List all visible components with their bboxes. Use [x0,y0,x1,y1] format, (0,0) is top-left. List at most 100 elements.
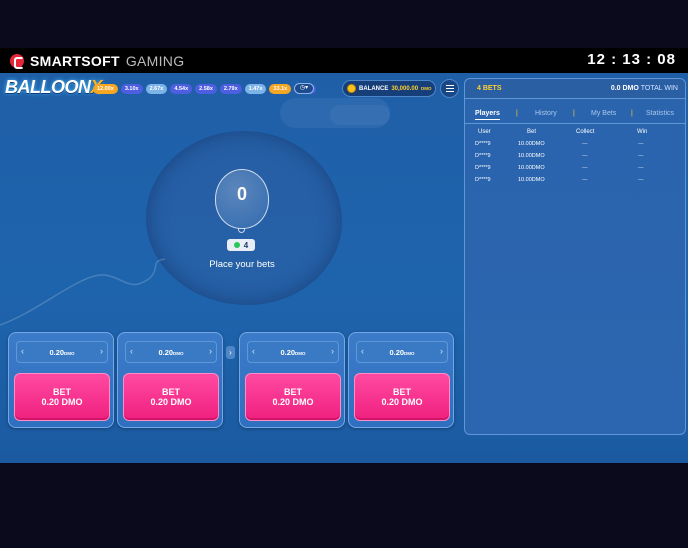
balance-currency: DMO [421,86,432,91]
cell-user: D****9 [475,141,491,147]
tab-my-bets[interactable]: My Bets [591,110,616,117]
column-collect: Collect [576,129,595,135]
multiplier-history: 12.00x 3.10x 2.67x 4.54x 2.58x 2.79x 1.47x 33.1… [93,84,316,94]
total-win-label: TOTAL WIN [640,85,678,92]
tab-separator: | [573,110,575,117]
bet-button[interactable]: BET 0.20 DMO [354,373,450,421]
current-multiplier: 0 [236,184,247,204]
hamburger-icon [446,85,454,86]
balance-label: BALANCE [359,85,389,92]
table-row: D****9 10.00DMO --- --- [465,153,685,165]
tab-players[interactable]: Players [475,110,500,120]
bet-amount-stepper[interactable]: ‹ 0.20DMO › [247,341,339,363]
hamburger-icon-line [446,88,454,89]
cell-bet: 10.00DMO [518,141,545,147]
bet-amount-value: 0.20 [158,348,174,357]
multiplier-chip: 3.10x [120,84,143,94]
hamburger-icon-line [446,91,454,92]
cell-user: D****9 [475,177,491,183]
bet-panel: ‹ 0.20DMO › BET 0.20 DMO [8,332,114,428]
bet-amount-currency: DMO [404,351,415,356]
balance-display: BALANCE 30,000.00 DMO [342,80,436,97]
bet-button-amount: 0.20 DMO [41,397,83,407]
bet-amount-currency: DMO [64,351,75,356]
round-status-text: Place your bets [209,259,275,270]
multiplier-chip: 1.47x [244,84,267,94]
total-win-value: 0.0 DMO [610,85,639,92]
chevron-right-icon[interactable]: › [100,346,103,356]
tab-statistics[interactable]: Statistics [646,110,674,117]
multiplier-chip: 2.67x [145,84,168,94]
cell-win: --- [638,153,644,159]
bet-amount-currency: DMO [173,351,184,356]
multiplier-chip: 12.00x [93,84,118,94]
online-dot-icon [233,242,240,248]
table-row: D****9 10.00DMO --- --- [465,141,685,153]
bet-button-label: BET [284,387,302,397]
table-row: D****9 10.00DMO --- --- [465,177,685,189]
bet-panel: ‹ 0.20DMO › BET 0.20 DMO [117,332,223,428]
bet-button-label: BET [393,387,411,397]
chevron-right-icon[interactable]: › [226,346,235,359]
cell-collect: --- [582,165,588,171]
multiplier-chip: 2.79x [219,84,242,94]
bets-count: 4 BETS [477,85,502,92]
tabs-divider [465,123,685,124]
multiplier-chip: 2.58x [195,84,217,94]
chevron-right-icon[interactable]: › [440,346,443,356]
bet-panel: ‹ 0.20DMO › BET 0.20 DMO [348,332,454,428]
cell-user: D****9 [475,165,491,171]
table-row: D****9 10.00DMO --- --- [465,165,685,177]
cell-win: --- [638,165,644,171]
history-dropdown-button[interactable]: ◷▾ [294,83,314,94]
brand: SMARTSOFT GAMING [10,52,184,69]
tab-history[interactable]: History [535,110,557,117]
bet-amount: 0.20DMO [248,348,338,357]
column-user: User [478,129,491,135]
clock: 12 : 13 : 08 [587,51,676,68]
brand-name: SMARTSOFT [30,52,120,69]
players-online-badge: 4 [227,239,255,251]
cell-collect: --- [582,141,588,147]
cell-bet: 10.00DMO [518,177,545,183]
bet-button-label: BET [162,387,180,397]
smartsoft-logo-icon [10,53,24,69]
bet-amount-value: 0.20 [280,348,296,357]
multiplier-chip: 33.1x [269,84,292,94]
chevron-right-icon[interactable]: › [209,346,212,356]
cell-bet: 10.00DMO [518,153,545,159]
bet-button-label: BET [53,387,71,397]
chevron-right-icon[interactable]: › [331,346,334,356]
cell-collect: --- [582,153,588,159]
top-bar: SMARTSOFT GAMING 12 : 13 : 08 [0,48,688,73]
logo-main: BALLOON [5,77,91,97]
bet-amount: 0.20DMO [17,348,107,357]
cell-bet: 10.00DMO [518,165,545,171]
bet-amount-value: 0.20 [389,348,405,357]
bet-amount: 0.20DMO [126,348,216,357]
cell-user: D****9 [475,153,491,159]
coin-icon [347,84,356,93]
bet-amount-stepper[interactable]: ‹ 0.20DMO › [16,341,108,363]
bet-button[interactable]: BET 0.20 DMO [14,373,110,421]
brand-sub: GAMING [125,52,185,69]
balance-value: 30,000.00 [391,85,419,92]
bet-amount-stepper[interactable]: ‹ 0.20DMO › [125,341,217,363]
menu-button[interactable] [440,79,459,98]
bet-button[interactable]: BET 0.20 DMO [123,373,219,421]
bet-button[interactable]: BET 0.20 DMO [245,373,341,421]
bet-amount-currency: DMO [295,351,306,356]
column-bet: Bet [527,129,537,135]
tab-separator: | [516,110,518,117]
bets-panel: 4 BETS 0.0 DMO TOTAL WIN Players | Histo… [464,78,686,435]
bet-amount-value: 0.20 [49,348,65,357]
total-win: 0.0 DMO TOTAL WIN [611,85,678,92]
cell-win: --- [638,177,644,183]
game-logo: BALLOONX [5,77,102,98]
tab-separator: | [631,110,633,117]
bet-button-amount: 0.20 DMO [150,397,192,407]
bets-tabs: Players | History | My Bets | Statistics [465,110,685,124]
bet-amount-stepper[interactable]: ‹ 0.20DMO › [356,341,448,363]
bet-button-amount: 0.20 DMO [272,397,314,407]
bets-header: 4 BETS 0.0 DMO TOTAL WIN [465,79,685,99]
